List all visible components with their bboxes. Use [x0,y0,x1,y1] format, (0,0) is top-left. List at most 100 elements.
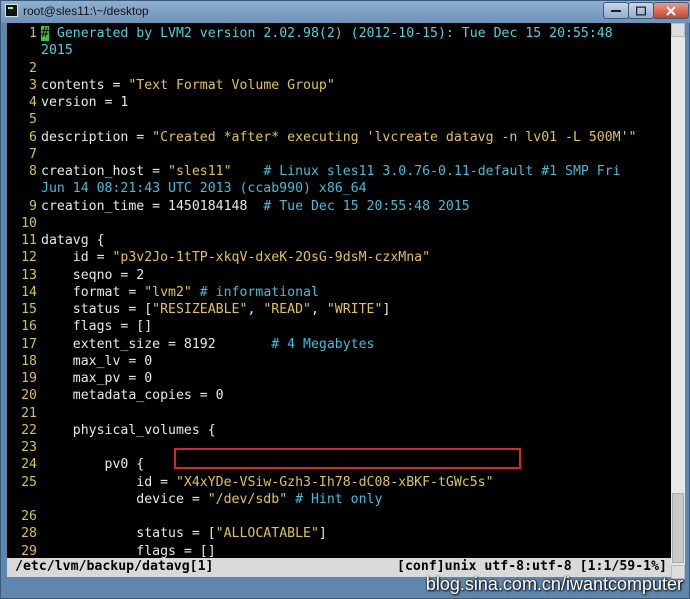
text-token: Jun 14 08:21:43 UTC 2013 (ccab990) x86_6… [41,181,367,197]
text-token: seqno = 2 [41,267,145,283]
text-token: contents = [41,77,129,93]
status-file-info: [conf]unix utf-8:utf-8 [1:1/59-1%] [397,559,667,574]
text-token: max_pv = 0 [41,371,153,386]
scroll-thumb[interactable] [672,493,684,563]
editor-line: 29 flags = [] [7,543,671,559]
text-token: # Linux sles11 3.0.76-0.11-default #1 SM… [231,164,621,179]
line-number: 4 [29,95,37,110]
editor-line: 1 # Generated by LVM2 version 2.02.98(2) … [7,25,671,42]
line-text: flags = [] [41,318,152,335]
text-token: # informational [191,284,319,300]
editor-line: 6 description = "Created *after* executin… [7,129,671,146]
close-icon [666,5,676,16]
minimize-icon [611,9,621,12]
line-text: contents = "Text Format Volume Group" [41,77,335,94]
text-token: ] [382,302,391,317]
line-number: 9 [29,198,37,214]
editor-line: 28 status = ["ALLOCATABLE"] [7,525,671,542]
text-token: datavg { [41,233,105,248]
vertical-scrollbar[interactable] [671,23,685,579]
line-number: 1 [29,26,37,41]
line-text: version = 1 [41,94,128,111]
terminal-app-icon[interactable] [5,4,18,17]
text-token: flags = [] [41,543,216,559]
status-file-path: /etc/lvm/backup/datavg[1] [15,559,214,574]
editor-line: 7 [7,146,671,163]
editor-line: 10 [7,215,671,232]
editor-line: 20 metadata_copies = 0 [7,387,671,404]
watermark: blog.sina.com.cn/iwantcomputer [425,574,683,594]
editor-line: 13 seqno = 2 [7,267,671,284]
line-text: status = ["RESIZEABLE", "READ", "WRITE"] [41,301,391,318]
line-text: description = "Created *after* executing… [41,129,636,146]
editor-line: 2 [7,60,671,77]
text-token: # 4 Megabytes [271,336,375,352]
text-token: "X4xYDe-VSiw-Gzh3-Ih78-dC08-xBKF-tGWc5s" [175,474,494,490]
line-number: 15 [21,302,37,317]
line-number: 14 [21,284,37,300]
editor-line: Jun 14 08:21:43 UTC 2013 (ccab990) x86_6… [7,180,671,197]
close-button[interactable] [653,2,689,19]
text-token: max_lv = 0 [41,353,153,369]
text-token: id = [41,250,113,266]
text-token: "RESIZEABLE" [152,302,248,317]
line-number: 8 [29,164,37,179]
editor-line: 4 version = 1 [7,94,671,111]
maximize-button[interactable] [628,2,654,19]
text-token: description = [41,129,153,145]
line-number: 24 [21,457,37,473]
text-token: extent_size = 8192 [41,336,272,352]
maximize-icon [636,6,646,15]
line-text: device = "/dev/sdb" # Hint only [41,491,382,508]
line-text: id = "X4xYDe-VSiw-Gzh3-Ih78-dC08-xBKF-tG… [41,474,494,491]
line-text: id = "p3v2Jo-1tTP-xkqV-dxeK-2OsG-9dsM-cz… [41,249,430,266]
terminal-window: root@sles11:\~/desktop 1 # Generated by L… [0,0,690,599]
line-number: 18 [21,353,37,369]
text-token: status = [ [41,526,216,542]
line-number: 6 [29,129,37,145]
text-token: "sles11" [168,164,232,179]
text-token: "ALLOCATABLE" [215,526,319,542]
line-number: 5 [29,112,37,128]
editor-line: 26 [7,508,671,525]
editor-line: device = "/dev/sdb" # Hint only [7,491,671,508]
line-text: # Generated by LVM2 version 2.02.98(2) (… [41,25,613,42]
scroll-up-button[interactable] [671,23,685,37]
text-token: "lvm2" [144,284,192,300]
line-text: creation_host = "sles11" # Linux sles11 … [41,163,621,180]
editor-line: 18 max_lv = 0 [7,353,671,370]
line-text: creation_time = 1450184148 # Tue Dec 15 … [41,198,470,215]
text-token: # Tue Dec 15 20:55:48 2015 [263,198,470,214]
line-number: 11 [21,233,37,248]
line-text: physical_volumes { [41,422,216,439]
text-token: "Created *after* executing 'lvcreate dat… [152,129,637,145]
text-token: , [310,302,327,317]
text-token: # Hint only [287,491,383,507]
terminal-content[interactable]: 1 # Generated by LVM2 version 2.02.98(2) … [7,23,671,558]
line-number: 3 [29,77,37,93]
line-text: metadata_copies = 0 [41,387,224,404]
text-token: "READ" [263,302,311,317]
line-number: 17 [21,336,37,352]
minimize-button[interactable] [603,2,629,19]
line-number: 22 [21,422,37,438]
text-cursor: # [41,26,49,41]
editor-line: 22 physical_volumes { [7,422,671,439]
text-token: "WRITE" [326,302,383,317]
editor-line: 25 id = "X4xYDe-VSiw-Gzh3-Ih78-dC08-xBKF… [7,474,671,491]
line-text: max_pv = 0 [41,370,152,387]
text-token: flags = [] [41,319,153,335]
line-number: 2 [29,60,37,76]
line-text: seqno = 2 [41,267,144,284]
editor-line: 15 status = ["RESIZEABLE", "READ", "WRIT… [7,301,671,318]
editor-line: 3 contents = "Text Format Volume Group" [7,77,671,94]
line-text: 2015 [41,42,73,59]
editor-line: 2015 [7,42,671,59]
editor-line: 5 [7,111,671,128]
line-text: extent_size = 8192 # 4 Megabytes [41,336,375,353]
line-number: 20 [21,388,37,404]
editor-line: 14 format = "lvm2" # informational [7,284,671,301]
title-bar[interactable]: root@sles11:\~/desktop [1,1,690,23]
line-number: 21 [21,405,37,421]
text-token: ] [318,526,327,542]
